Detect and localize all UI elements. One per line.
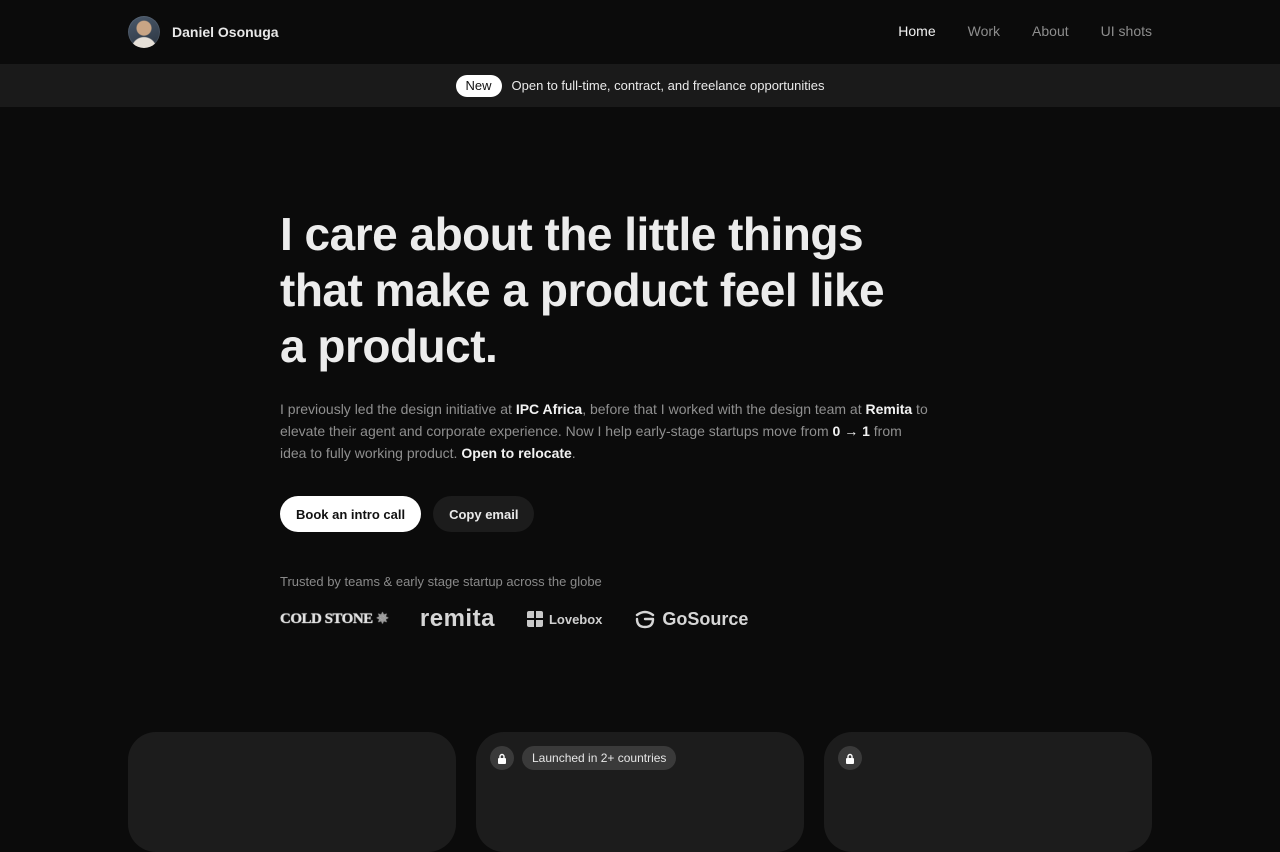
coldstone-wordmark: COLD STONE bbox=[280, 610, 373, 627]
copy-email-button[interactable]: Copy email bbox=[433, 496, 535, 532]
lock-icon bbox=[838, 746, 862, 770]
intro-text: . bbox=[571, 445, 576, 461]
lovebox-logo: Lovebox bbox=[526, 611, 603, 627]
brand-name: Daniel Osonuga bbox=[172, 24, 279, 40]
open-to-relocate: Open to relocate bbox=[461, 445, 572, 461]
announcement-banner: New Open to full-time, contract, and fre… bbox=[0, 64, 1280, 107]
lovebox-mark-icon bbox=[526, 611, 543, 627]
gosource-mark-icon bbox=[636, 610, 655, 629]
banner-text: Open to full-time, contract, and freelan… bbox=[511, 78, 825, 93]
card-badge: Launched in 2+ countries bbox=[522, 746, 677, 770]
nav-home[interactable]: Home bbox=[898, 23, 935, 39]
hero-intro: I previously led the design initiative a… bbox=[280, 398, 930, 464]
avatar bbox=[128, 16, 160, 48]
lock-icon bbox=[490, 746, 514, 770]
book-intro-call-button[interactable]: Book an intro call bbox=[280, 496, 422, 532]
project-card[interactable] bbox=[128, 732, 456, 852]
company-ipc-africa: IPC Africa bbox=[515, 401, 583, 417]
company-remita: Remita bbox=[865, 401, 913, 417]
brand[interactable]: Daniel Osonuga bbox=[128, 16, 279, 48]
nav-work[interactable]: Work bbox=[968, 23, 1000, 39]
hero-headline: I care about the little things that make… bbox=[280, 208, 885, 372]
intro-text: I previously led the design initiative a… bbox=[280, 401, 516, 417]
new-badge: New bbox=[455, 74, 502, 97]
client-logos: COLD STONE ✵ remita Lovebox GoSource bbox=[280, 605, 940, 633]
project-cards: Launched in 2+ countries bbox=[128, 732, 1152, 852]
project-card[interactable]: Launched in 2+ countries bbox=[476, 732, 804, 852]
lovebox-wordmark: Lovebox bbox=[548, 611, 603, 627]
project-card[interactable] bbox=[824, 732, 1152, 852]
top-nav: Daniel Osonuga Home Work About UI shots bbox=[0, 0, 1280, 64]
coldstone-logo: COLD STONE ✵ bbox=[280, 611, 388, 628]
range-0-to-1: 0 → 1 bbox=[832, 423, 870, 439]
intro-text: , before that I worked with the design t… bbox=[582, 401, 866, 417]
coldstone-gem-icon: ✵ bbox=[376, 611, 389, 627]
nav-links: Home Work About UI shots bbox=[898, 23, 1152, 39]
nav-about[interactable]: About bbox=[1032, 23, 1069, 39]
hero-section: I care about the little things that make… bbox=[280, 206, 940, 633]
cta-group: Book an intro call Copy email bbox=[280, 496, 940, 532]
trusted-label: Trusted by teams & early stage startup a… bbox=[280, 574, 602, 589]
gosource-logo: GoSource bbox=[634, 608, 748, 630]
nav-ui-shots[interactable]: UI shots bbox=[1101, 23, 1152, 39]
remita-logo: remita bbox=[419, 605, 495, 632]
gosource-wordmark: GoSource bbox=[662, 608, 749, 629]
